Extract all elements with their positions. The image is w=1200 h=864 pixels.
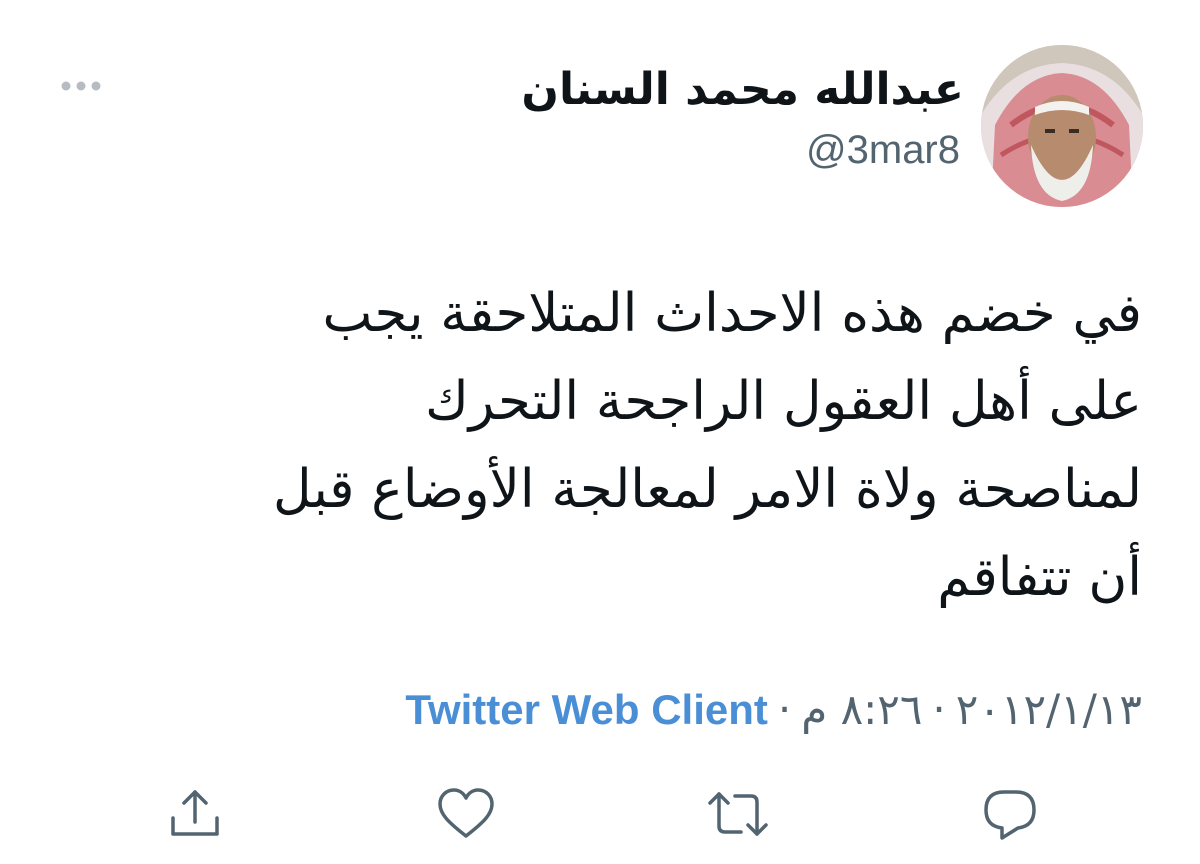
reply-bubble-icon[interactable]: [980, 784, 1040, 844]
tweet-text-line: لمناصحة ولاة الامر لمعالجة الأوضاع قبل: [272, 459, 1142, 520]
tweet-time[interactable]: ٨:٢٦ م: [801, 685, 922, 734]
display-name[interactable]: عبدالله محمد السنان: [521, 60, 964, 120]
tweet-text: في خضم هذه الاحداث المتلاحقة يجب على أهل…: [82, 270, 1142, 622]
action-bar: [0, 784, 1200, 844]
tweet-metadata: ٢٠١٢/١/١٣·٨:٢٦ م·Twitter Web Client: [405, 680, 1142, 740]
avatar-image: [981, 45, 1143, 207]
user-handle[interactable]: @3mar8: [806, 122, 960, 178]
tweet-text-line: على أهل العقول الراجحة التحرك: [425, 371, 1142, 432]
tweet-source-link[interactable]: Twitter Web Client: [405, 686, 767, 733]
more-dots-icon[interactable]: [60, 76, 104, 96]
retweet-icon[interactable]: [707, 784, 768, 844]
tweet-text-line: في خضم هذه الاحداث المتلاحقة يجب: [322, 283, 1142, 344]
separator-dot: ·: [777, 685, 792, 734]
tweet-date[interactable]: ٢٠١٢/١/١٣: [956, 685, 1142, 734]
tweet-text-line: أن تتفاقم: [937, 547, 1142, 608]
tweet-card: عبدالله محمد السنان @3mar8 في خضم هذه ال…: [0, 0, 1200, 864]
separator-dot: ·: [932, 685, 946, 734]
heart-icon[interactable]: [436, 784, 496, 844]
avatar[interactable]: [981, 45, 1143, 207]
share-upload-icon[interactable]: [165, 784, 225, 844]
